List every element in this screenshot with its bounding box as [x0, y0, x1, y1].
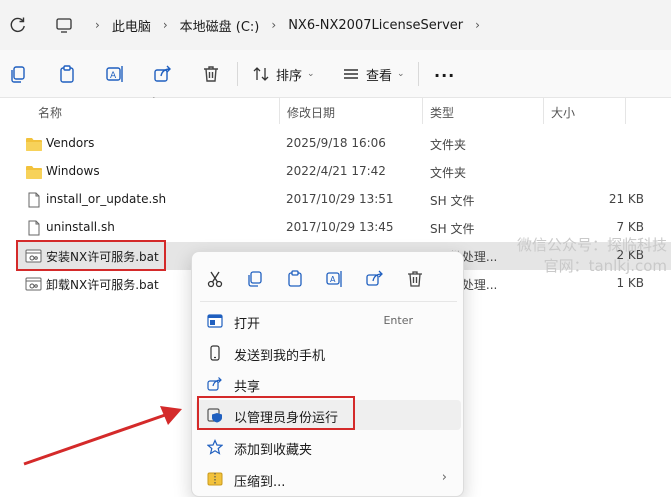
- open-icon: [207, 314, 223, 328]
- watermark-wechat: 微信公众号：探临科技: [516, 236, 667, 254]
- column-divider[interactable]: [543, 98, 544, 124]
- chevron-right-icon[interactable]: ›: [475, 18, 480, 32]
- delete-icon[interactable]: [406, 270, 424, 288]
- rename-icon[interactable]: A: [326, 270, 344, 288]
- column-header-date[interactable]: 修改日期: [287, 104, 335, 121]
- file-date: 2017/10/29 13:45: [286, 220, 394, 234]
- menu-item-share[interactable]: 共享: [196, 369, 461, 399]
- file-name: 卸载NX许可服务.bat: [46, 278, 159, 292]
- menu-item-label: 添加到收藏夹: [234, 443, 313, 458]
- context-menu: A 打开 Enter 发送到我的手机 共享 以管理员身份运行 添加到收藏夹 压缩…: [191, 251, 464, 497]
- breadcrumb-item-this-pc[interactable]: 此电脑: [112, 16, 151, 35]
- file-icon: [28, 192, 40, 208]
- share-icon[interactable]: [153, 64, 173, 84]
- menu-item-shortcut: Enter: [383, 314, 413, 327]
- column-divider[interactable]: [422, 98, 423, 124]
- file-size: 21 KB: [608, 192, 644, 206]
- file-date: 2022/4/21 17:42: [286, 164, 386, 178]
- computer-icon[interactable]: [55, 16, 73, 34]
- delete-icon[interactable]: [201, 64, 221, 84]
- view-button[interactable]: 查看 ⌄: [342, 64, 405, 84]
- rename-icon[interactable]: A: [105, 64, 125, 84]
- file-date: 2017/10/29 13:51: [286, 192, 394, 206]
- file-name: Vendors: [46, 136, 95, 150]
- breadcrumb-item-drive-c[interactable]: 本地磁盘 (C:): [180, 16, 260, 35]
- watermark-site: 官网：tanlkj.com: [543, 257, 667, 275]
- copy-icon[interactable]: [246, 270, 264, 288]
- chevron-down-icon: ⌄: [307, 69, 315, 79]
- cut-icon[interactable]: [206, 270, 224, 288]
- paste-icon[interactable]: [286, 270, 304, 288]
- column-header-type[interactable]: 类型: [430, 104, 454, 121]
- address-bar: › 此电脑 › 本地磁盘 (C:) › NX6-NX2007LicenseSer…: [0, 0, 671, 50]
- file-icon: [28, 220, 40, 236]
- file-type: 文件夹: [430, 138, 467, 152]
- chevron-right-icon[interactable]: ›: [163, 18, 168, 32]
- column-divider[interactable]: [625, 98, 626, 124]
- file-name: Windows: [46, 164, 100, 178]
- column-divider[interactable]: [279, 98, 280, 124]
- share-icon[interactable]: [366, 270, 384, 288]
- zip-icon: [207, 472, 223, 486]
- file-name: uninstall.sh: [46, 220, 115, 234]
- menu-item-send-to-phone[interactable]: 发送到我的手机: [196, 338, 461, 368]
- file-row-install-sh[interactable]: install_or_update.sh 2017/10/29 13:51 SH…: [16, 186, 671, 214]
- menu-item-label: 压缩到...: [234, 475, 286, 490]
- share-icon: [207, 377, 222, 391]
- phone-icon: [210, 345, 220, 361]
- file-name: install_or_update.sh: [46, 192, 167, 206]
- column-header-name[interactable]: 名称: [38, 104, 62, 121]
- menu-item-compress[interactable]: 压缩到... ›: [196, 464, 461, 494]
- paste-icon[interactable]: [57, 64, 77, 84]
- menu-item-label: 发送到我的手机: [234, 349, 326, 364]
- more-options-button[interactable]: ···: [434, 66, 455, 85]
- context-menu-quick-actions: A: [192, 260, 465, 300]
- chevron-down-icon: ⌄: [397, 69, 405, 79]
- command-bar: A 排序 ⌄ 查看 ⌄ ···: [0, 50, 671, 98]
- svg-text:A: A: [330, 275, 336, 284]
- file-row-windows[interactable]: Windows 2022/4/21 17:42 文件夹: [16, 158, 671, 186]
- svg-text:A: A: [110, 71, 117, 81]
- chevron-right-icon[interactable]: ›: [271, 18, 276, 32]
- highlight-box-run-as-admin: [197, 396, 355, 430]
- file-size: 1 KB: [616, 276, 644, 290]
- file-row-vendors[interactable]: Vendors 2025/9/18 16:06 文件夹: [16, 130, 671, 158]
- highlight-box-file: [16, 240, 166, 271]
- folder-icon: [26, 166, 42, 179]
- file-type: SH 文件: [430, 194, 475, 208]
- bat-file-icon: [25, 277, 42, 291]
- file-type: SH 文件: [430, 222, 475, 236]
- breadcrumb-item-folder[interactable]: NX6-NX2007LicenseServer: [288, 18, 463, 33]
- chevron-right-icon: ›: [441, 470, 447, 485]
- view-label: 查看: [366, 68, 393, 84]
- column-header-size[interactable]: 大小: [551, 104, 575, 121]
- menu-item-label: 共享: [234, 380, 261, 395]
- copy-icon[interactable]: [8, 64, 28, 84]
- view-icon: [344, 69, 358, 79]
- file-date: 2025/9/18 16:06: [286, 136, 386, 150]
- toolbar-divider: [237, 62, 238, 86]
- folder-icon: [26, 138, 42, 151]
- sort-label: 排序: [276, 68, 303, 84]
- star-icon: [207, 439, 223, 455]
- file-type: 文件夹: [430, 166, 467, 180]
- menu-item-open[interactable]: 打开 Enter: [196, 306, 461, 336]
- chevron-right-icon[interactable]: ›: [95, 18, 100, 32]
- file-size: 7 KB: [616, 220, 644, 234]
- refresh-icon[interactable]: [8, 15, 28, 35]
- menu-item-label: 打开: [234, 317, 261, 332]
- toolbar-divider: [418, 62, 419, 86]
- sort-icon: [253, 67, 269, 81]
- breadcrumb: › 此电脑 › 本地磁盘 (C:) › NX6-NX2007LicenseSer…: [55, 13, 492, 37]
- column-headers: 名称 修改日期 类型 大小: [0, 98, 671, 124]
- context-menu-divider: [200, 301, 457, 302]
- menu-item-add-favorites[interactable]: 添加到收藏夹: [196, 432, 461, 462]
- sort-button[interactable]: 排序 ⌄: [252, 64, 315, 84]
